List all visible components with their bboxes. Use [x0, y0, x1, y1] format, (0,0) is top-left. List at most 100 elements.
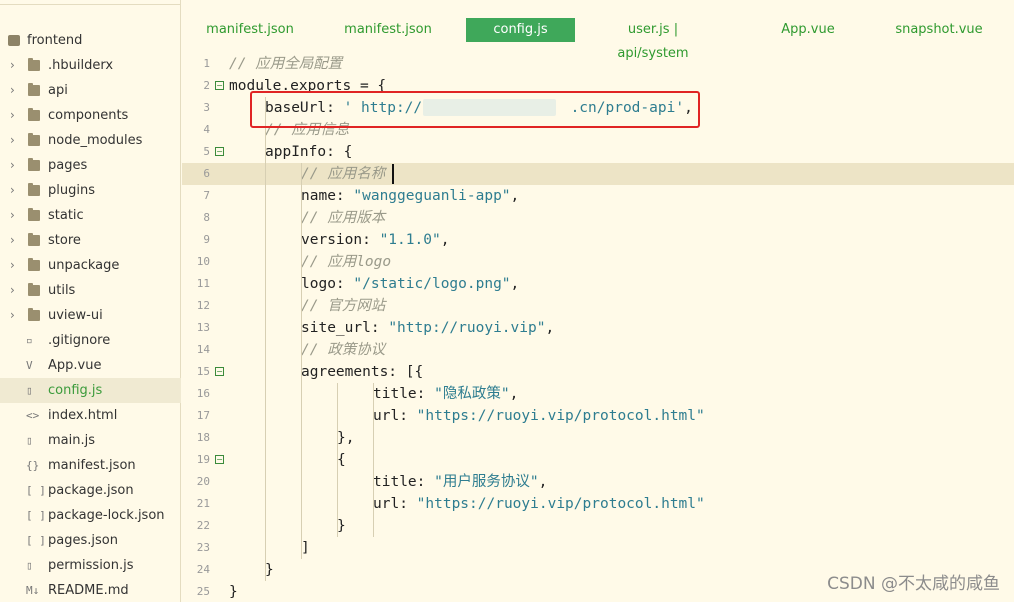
- line-number: 7: [203, 189, 210, 202]
- line-number: 5: [203, 145, 210, 158]
- tree-item-label: utils: [48, 283, 76, 298]
- tree-item-pages-json[interactable]: [ ] pages.json: [0, 528, 181, 553]
- tree-root-frontend[interactable]: frontend: [0, 28, 181, 53]
- tree-item-label: main.js: [48, 433, 95, 448]
- tree-item-label: config.js: [48, 383, 103, 398]
- tree-item-permission-js[interactable]: ▯ permission.js: [0, 553, 181, 578]
- code-line[interactable]: 22}: [182, 515, 1014, 537]
- code-text: // 应用全局配置: [229, 53, 342, 75]
- line-number: 22: [196, 519, 210, 532]
- tree-item-components[interactable]: › components: [0, 103, 181, 128]
- tree-item-node-modules[interactable]: › node_modules: [0, 128, 181, 153]
- code-line[interactable]: 18},: [182, 427, 1014, 449]
- code-line[interactable]: 13 site_url: "http://ruoyi.vip",: [182, 317, 1014, 339]
- code-line[interactable]: 23]: [182, 537, 1014, 559]
- code-line[interactable]: 6 // 应用名称: [182, 163, 1014, 185]
- tree-item-uview-ui[interactable]: › uview-ui: [0, 303, 181, 328]
- code-line[interactable]: 12 // 官方网站: [182, 295, 1014, 317]
- code-line[interactable]: 14 // 政策协议: [182, 339, 1014, 361]
- code-token: logo:: [301, 276, 354, 292]
- text-cursor: [392, 164, 394, 184]
- chevron-right-icon[interactable]: ›: [10, 53, 20, 78]
- tree-item-readme-md[interactable]: M↓ README.md: [0, 578, 181, 602]
- code-token: ,: [545, 320, 555, 336]
- code-line[interactable]: 20 title: "用户服务协议",: [182, 471, 1014, 493]
- code-comment: // 应用logo: [301, 254, 392, 270]
- code-comment: // 政策协议: [301, 342, 386, 358]
- code-line[interactable]: 10 // 应用logo: [182, 251, 1014, 273]
- code-line[interactable]: 7 name: "wanggeguanli-app",: [182, 185, 1014, 207]
- tree-item-app-vue[interactable]: V App.vue: [0, 353, 181, 378]
- code-token: agreements: [{: [301, 364, 424, 380]
- chevron-right-icon[interactable]: ›: [10, 103, 20, 128]
- tree-item-store[interactable]: › store: [0, 228, 181, 253]
- code-comment: // 应用版本: [301, 210, 386, 226]
- code-editor[interactable]: 1// 应用全局配置 2− module.exports = {3 baseUrl: …: [182, 52, 1014, 602]
- code-line[interactable]: 16 title: "隐私政策",: [182, 383, 1014, 405]
- tree-item-static[interactable]: › static: [0, 203, 181, 228]
- code-line[interactable]: 17 url: "https://ruoyi.vip/protocol.html": [182, 405, 1014, 427]
- tree-item-package-lock-json[interactable]: [ ] package-lock.json: [0, 503, 181, 528]
- line-number: 25: [196, 585, 210, 598]
- chevron-right-icon[interactable]: ›: [10, 153, 20, 178]
- chevron-right-icon[interactable]: ›: [10, 178, 20, 203]
- tab-manifest-json[interactable]: manifest.json: [202, 18, 298, 42]
- line-number: 13: [196, 321, 210, 334]
- folder-icon: [28, 208, 40, 221]
- line-number: 10: [196, 255, 210, 268]
- code-line[interactable]: 9 version: "1.1.0",: [182, 229, 1014, 251]
- chevron-right-icon[interactable]: ›: [10, 278, 20, 303]
- fold-toggle-icon[interactable]: −: [215, 81, 224, 90]
- tree-item-label: plugins: [48, 183, 95, 198]
- fold-toggle-icon[interactable]: −: [215, 455, 224, 464]
- tab-user-js-api-system[interactable]: user.js | api/system: [594, 18, 712, 61]
- tree-item-utils[interactable]: › utils: [0, 278, 181, 303]
- tab-snapshot-vue[interactable]: snapshot.vue: [886, 18, 992, 42]
- chevron-right-icon[interactable]: ›: [10, 78, 20, 103]
- code-line[interactable]: 5− appInfo: {: [182, 141, 1014, 163]
- annotation-highlight-box: [250, 91, 700, 128]
- chevron-right-icon[interactable]: ›: [10, 203, 20, 228]
- tree-item-config-js[interactable]: ▯ config.js: [0, 378, 181, 403]
- chevron-right-icon[interactable]: ›: [10, 253, 20, 278]
- code-line[interactable]: 8 // 应用版本: [182, 207, 1014, 229]
- code-line[interactable]: 1 // 应用全局配置: [182, 53, 1014, 75]
- tab-config-js[interactable]: config.js: [466, 18, 575, 42]
- code-line[interactable]: 21 url: "https://ruoyi.vip/protocol.html": [182, 493, 1014, 515]
- tree-item-main-js[interactable]: ▯ main.js: [0, 428, 181, 453]
- code-text: title: "用户服务协议",: [373, 471, 547, 493]
- code-token: name:: [301, 188, 354, 204]
- tree-item-pages[interactable]: › pages: [0, 153, 181, 178]
- code-line[interactable]: 15− agreements: [{: [182, 361, 1014, 383]
- code-token: url:: [373, 496, 417, 512]
- code-line[interactable]: 11 logo: "/static/logo.png",: [182, 273, 1014, 295]
- fold-toggle-icon[interactable]: −: [215, 147, 224, 156]
- chevron-right-icon[interactable]: ›: [10, 303, 20, 328]
- tree-item-unpackage[interactable]: › unpackage: [0, 253, 181, 278]
- tree-item-manifest-json[interactable]: {} manifest.json: [0, 453, 181, 478]
- code-text: }: [337, 515, 346, 537]
- code-text: agreements: [{: [301, 361, 423, 383]
- code-token: ,: [509, 386, 519, 402]
- code-line[interactable]: 19− {: [182, 449, 1014, 471]
- code-token: version:: [301, 232, 380, 248]
- tree-item-gitignore[interactable]: ▫ .gitignore: [0, 328, 181, 353]
- tree-item-plugins[interactable]: › plugins: [0, 178, 181, 203]
- chevron-right-icon[interactable]: ›: [10, 128, 20, 153]
- tree-item-hbuilderx[interactable]: › .hbuilderx: [0, 53, 181, 78]
- chevron-right-icon[interactable]: ›: [10, 228, 20, 253]
- file-icon: <>: [26, 409, 40, 422]
- tree-item-package-json[interactable]: [ ] package.json: [0, 478, 181, 503]
- fold-toggle-icon[interactable]: −: [215, 367, 224, 376]
- tab-manifest-json[interactable]: manifest.json: [338, 18, 438, 42]
- tree-item-label: .gitignore: [48, 333, 111, 348]
- folder-icon: [28, 233, 40, 246]
- tree-item-index-html[interactable]: <> index.html: [0, 403, 181, 428]
- tab-app-vue[interactable]: App.vue: [772, 18, 844, 42]
- folder-icon: [28, 183, 40, 196]
- code-token: url:: [373, 408, 417, 424]
- file-icon: ▯: [26, 434, 33, 447]
- tree-item-api[interactable]: › api: [0, 78, 181, 103]
- line-number: 4: [203, 123, 210, 136]
- folder-icon: [28, 108, 40, 121]
